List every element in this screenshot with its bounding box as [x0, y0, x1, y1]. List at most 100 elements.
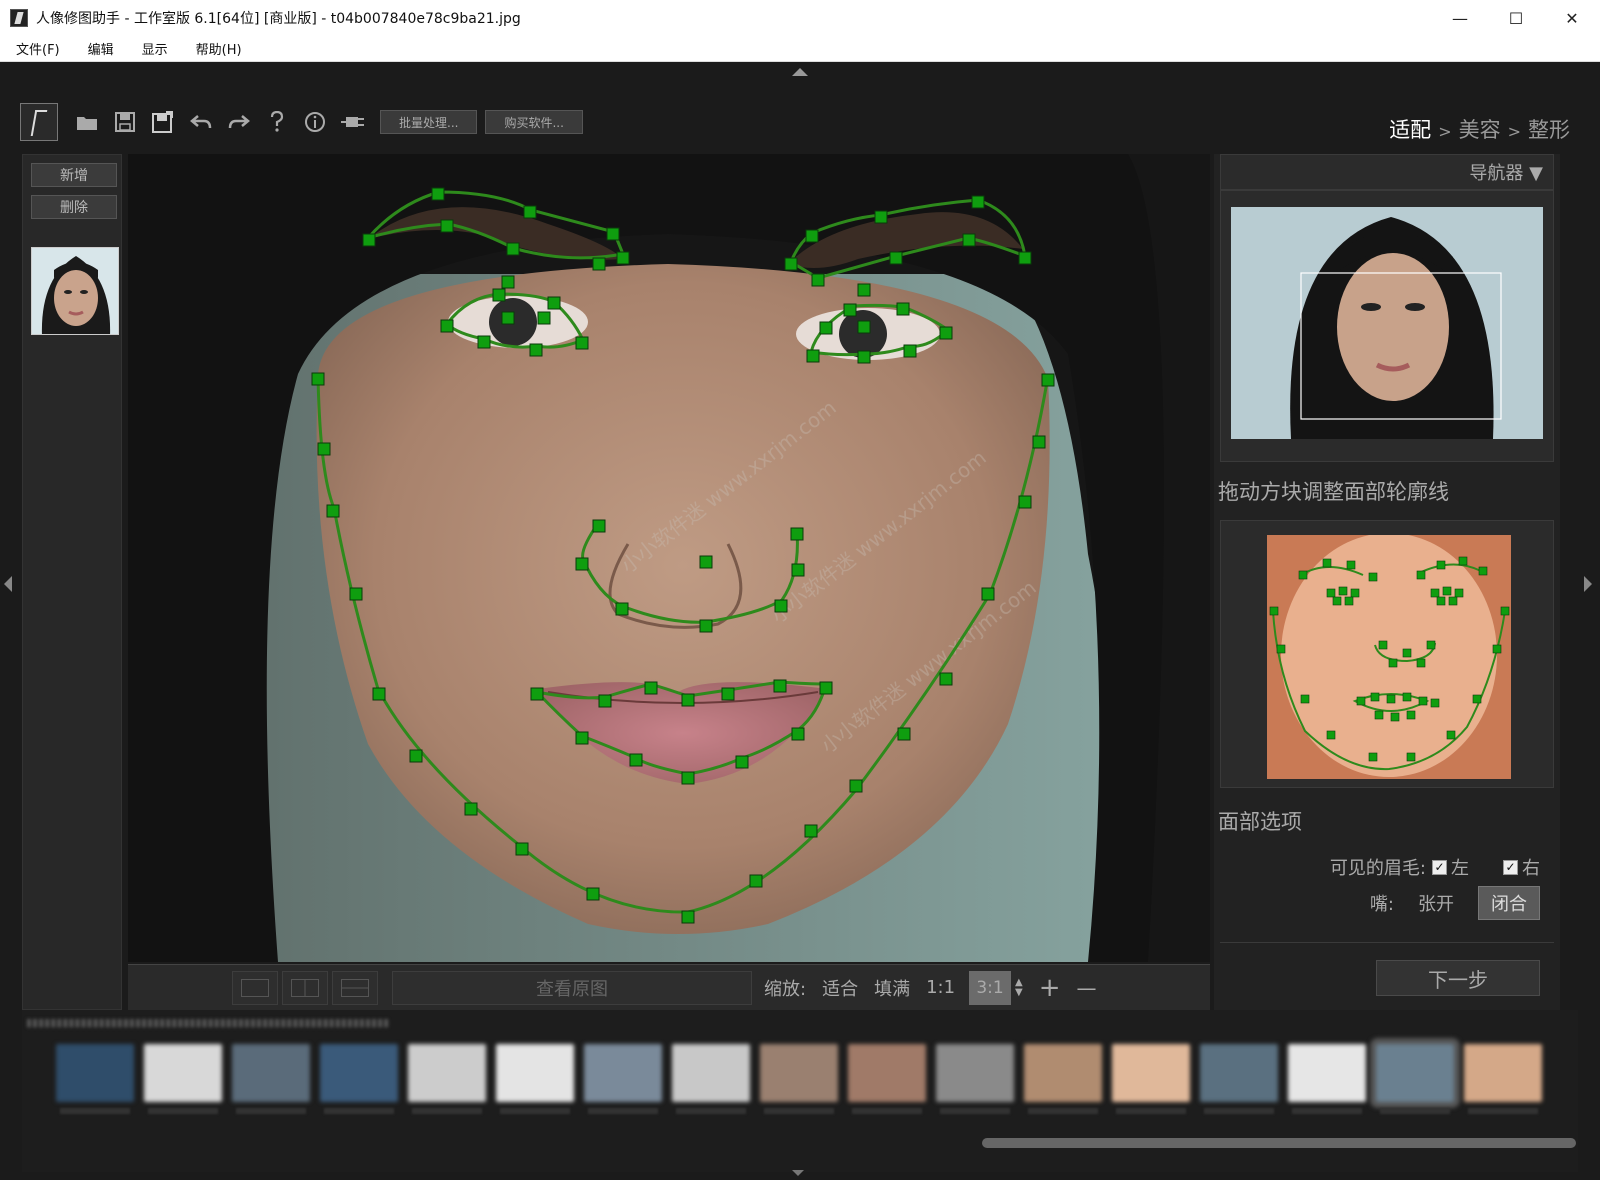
- zoom-fit-button[interactable]: 适合: [822, 975, 858, 1001]
- close-button[interactable]: ✕: [1544, 0, 1600, 36]
- right-eyebrow-checkbox[interactable]: ✓: [1503, 859, 1518, 875]
- landmark-handle[interactable]: [311, 372, 325, 386]
- landmark-handle[interactable]: [735, 755, 749, 769]
- landmark-handle[interactable]: [939, 672, 953, 686]
- split-vertical-view-button[interactable]: [282, 970, 328, 1005]
- landmark-handle[interactable]: [903, 344, 917, 358]
- landmark-handle[interactable]: [971, 195, 985, 209]
- landmark-handle[interactable]: [515, 842, 529, 856]
- menu-view[interactable]: 显示: [142, 39, 168, 58]
- landmark-handle[interactable]: [897, 727, 911, 741]
- landmark-handle[interactable]: [790, 527, 804, 541]
- filmstrip-scrollbar[interactable]: [982, 1138, 1576, 1148]
- filmstrip-thumbnail[interactable]: [1112, 1044, 1190, 1102]
- landmark-handle[interactable]: [547, 296, 561, 310]
- landmark-handle[interactable]: [784, 257, 798, 271]
- landmark-handle[interactable]: [819, 681, 833, 695]
- landmark-handle[interactable]: [681, 910, 695, 924]
- landmark-handle[interactable]: [819, 321, 833, 335]
- filmstrip-thumbnail[interactable]: [1288, 1044, 1366, 1102]
- landmark-handle[interactable]: [804, 824, 818, 838]
- navigator-preview[interactable]: [1231, 207, 1543, 439]
- landmark-handle[interactable]: [939, 326, 953, 340]
- landmark-handle[interactable]: [440, 219, 454, 233]
- landmark-handle[interactable]: [857, 350, 871, 364]
- zoom-3-1-button[interactable]: 3:1: [969, 970, 1012, 1005]
- next-step-button[interactable]: 下一步: [1376, 960, 1540, 996]
- photo-viewer[interactable]: 小小软件迷 www.xxrjm.com 小小软件迷 www.xxrjm.com …: [128, 154, 1210, 962]
- landmark-handle[interactable]: [592, 519, 606, 533]
- view-original-button[interactable]: 查看原图: [392, 970, 752, 1005]
- collapse-right-arrow-icon[interactable]: [1584, 576, 1592, 592]
- landmark-handle[interactable]: [791, 727, 805, 741]
- landmark-handle[interactable]: [1018, 251, 1032, 265]
- filmstrip-thumbnail[interactable]: [1370, 1038, 1460, 1108]
- zoom-in-button[interactable]: +: [1039, 973, 1061, 1003]
- landmark-handle[interactable]: [615, 602, 629, 616]
- landmark-handle[interactable]: [806, 349, 820, 363]
- landmark-handle[interactable]: [811, 273, 825, 287]
- zoom-fill-button[interactable]: 填满: [874, 975, 910, 1001]
- landmark-handle[interactable]: [529, 343, 543, 357]
- filmstrip-thumbnail[interactable]: [672, 1044, 750, 1102]
- landmark-handle[interactable]: [681, 693, 695, 707]
- landmark-handle[interactable]: [606, 227, 620, 241]
- landmark-handle[interactable]: [592, 257, 606, 271]
- landmark-handle[interactable]: [1041, 373, 1055, 387]
- landmark-handle[interactable]: [981, 587, 995, 601]
- landmark-handle[interactable]: [1032, 435, 1046, 449]
- crumb-reshape[interactable]: 整形: [1528, 114, 1570, 144]
- menu-edit[interactable]: 编辑: [88, 39, 114, 58]
- filmstrip-thumbnail[interactable]: [56, 1044, 134, 1102]
- left-eyebrow-checkbox[interactable]: ✓: [1432, 859, 1447, 875]
- plugin-icon[interactable]: [334, 103, 372, 141]
- landmark-handle[interactable]: [849, 779, 863, 793]
- landmark-handle[interactable]: [598, 694, 612, 708]
- landmark-handle[interactable]: [492, 288, 506, 302]
- mouth-closed-button[interactable]: 闭合: [1478, 886, 1540, 920]
- landmark-handle[interactable]: [805, 229, 819, 243]
- landmark-handle[interactable]: [523, 205, 537, 219]
- landmark-handle[interactable]: [699, 555, 713, 569]
- filmstrip-thumbnail[interactable]: [320, 1044, 398, 1102]
- filmstrip-thumbnail[interactable]: [1024, 1044, 1102, 1102]
- filmstrip-thumbnail[interactable]: [584, 1044, 662, 1102]
- landmark-handle[interactable]: [464, 802, 478, 816]
- filmstrip-thumbnail[interactable]: [1200, 1044, 1278, 1102]
- landmark-handle[interactable]: [857, 283, 871, 297]
- save-icon[interactable]: [106, 103, 144, 141]
- landmark-handle[interactable]: [749, 874, 763, 888]
- landmark-handle[interactable]: [431, 187, 445, 201]
- undo-icon[interactable]: [182, 103, 220, 141]
- redo-icon[interactable]: [220, 103, 258, 141]
- menu-help[interactable]: 帮助(H): [196, 39, 242, 58]
- landmark-handle[interactable]: [409, 749, 423, 763]
- landmark-handle[interactable]: [537, 311, 551, 325]
- filmstrip-thumbnail[interactable]: [408, 1044, 486, 1102]
- landmark-handle[interactable]: [874, 210, 888, 224]
- landmark-handle[interactable]: [317, 442, 331, 456]
- filmstrip-thumbnail[interactable]: [144, 1044, 222, 1102]
- landmark-handle[interactable]: [843, 303, 857, 317]
- landmark-handle[interactable]: [773, 679, 787, 693]
- collapse-top-arrow-icon[interactable]: [792, 68, 808, 76]
- crumb-fit[interactable]: 适配: [1389, 114, 1431, 144]
- collapse-left-arrow-icon[interactable]: [4, 576, 12, 592]
- landmark-handle[interactable]: [699, 619, 713, 633]
- landmark-handle[interactable]: [616, 251, 630, 265]
- landmark-handle[interactable]: [962, 233, 976, 247]
- navigator-header[interactable]: 导航器 ▼: [1220, 154, 1554, 190]
- landmark-handle[interactable]: [326, 504, 340, 518]
- app-logo-button[interactable]: [20, 103, 58, 141]
- filmstrip-thumbnail[interactable]: [1464, 1044, 1542, 1102]
- landmark-handle[interactable]: [586, 887, 600, 901]
- add-face-button[interactable]: 新增: [31, 163, 117, 187]
- landmark-handle[interactable]: [889, 251, 903, 265]
- landmark-handle[interactable]: [644, 681, 658, 695]
- landmark-handle[interactable]: [629, 753, 643, 767]
- landmark-handle[interactable]: [372, 687, 386, 701]
- open-folder-icon[interactable]: [68, 103, 106, 141]
- filmstrip-thumbnail[interactable]: [848, 1044, 926, 1102]
- maximize-button[interactable]: ☐: [1488, 0, 1544, 36]
- landmark-handle[interactable]: [791, 563, 805, 577]
